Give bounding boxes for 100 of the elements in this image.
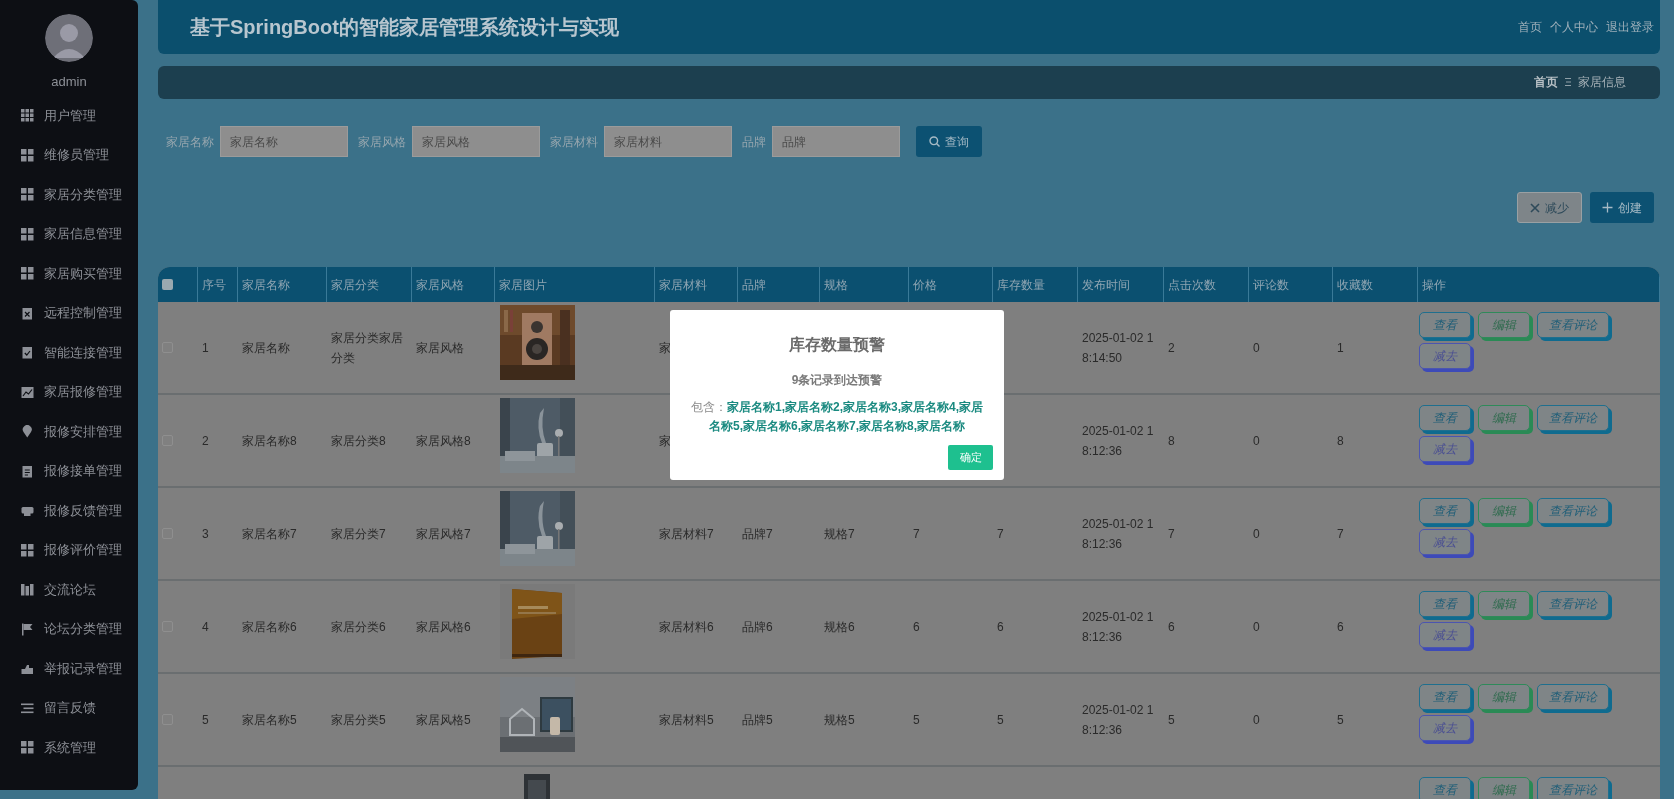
table-cell-text: 家居分类7 xyxy=(331,525,386,543)
table-cell-text: 1 xyxy=(202,339,209,357)
view-button[interactable]: 查看 xyxy=(1419,684,1471,710)
search-field[interactable]: 家居名称 xyxy=(220,126,348,157)
menu-item[interactable]: 系统管理 xyxy=(44,737,96,758)
header-link[interactable]: 个人中心 xyxy=(1550,17,1598,36)
table-cell-text: 家居名称7 xyxy=(242,525,297,543)
table-cell-text: 家居风格5 xyxy=(416,711,471,729)
column-header: 序号 xyxy=(202,276,226,294)
menu-item[interactable]: 报修评价管理 xyxy=(44,540,122,560)
menu-item[interactable]: 交流论坛 xyxy=(44,579,96,600)
table-cell-text: 0 xyxy=(1253,711,1260,729)
table-cell-text: 5 xyxy=(1337,711,1344,729)
pin-icon xyxy=(21,425,34,438)
menu-item[interactable]: 举报记录管理 xyxy=(44,658,122,679)
table-cell-text: 5 xyxy=(997,711,1004,729)
table-cell-text: 0 xyxy=(1253,525,1260,543)
grid-icon xyxy=(21,227,34,241)
table-cell-text: 规格6 xyxy=(824,618,855,636)
table-cell-text: 家居名称6 xyxy=(242,618,297,636)
table-cell-text: 规格7 xyxy=(824,525,855,543)
table-cell-text: 6 xyxy=(997,618,1004,636)
breadcrumb-link[interactable]: 家居信息 xyxy=(1578,73,1626,92)
dialog-subtitle: 9条记录到达预警 xyxy=(791,372,883,389)
search-field[interactable]: 品牌 xyxy=(772,126,900,157)
field-label: 家居名称 xyxy=(166,133,214,151)
table-cell-text: 7 xyxy=(997,525,1004,543)
clipboard-icon xyxy=(21,306,34,320)
table-cell-text: 家居分类家居分类 xyxy=(331,329,404,367)
comments-button[interactable]: 查看评论 xyxy=(1537,777,1609,799)
table-cell-text: 7 xyxy=(913,525,920,543)
view-button[interactable]: 查看 xyxy=(1419,777,1471,799)
menu-item[interactable]: 家居分类管理 xyxy=(44,184,122,205)
comments-button[interactable]: 查看评论 xyxy=(1537,684,1609,710)
menu-item[interactable]: 留言反馈 xyxy=(44,698,96,718)
comments-button[interactable]: 查看评论 xyxy=(1537,405,1609,431)
menu-item[interactable]: 报修反馈管理 xyxy=(44,500,122,521)
table-cell-text: 家居名称 xyxy=(242,339,290,357)
table-cell-text: 家居风格 xyxy=(416,339,464,357)
edit-button[interactable]: 编辑 xyxy=(1478,591,1530,617)
search-button[interactable]: 查询 xyxy=(916,126,982,157)
grid-icon xyxy=(21,267,34,280)
hand-icon xyxy=(21,662,34,675)
breadcrumb-link[interactable]: 首页 xyxy=(1534,73,1558,92)
search-field[interactable]: 家居材料 xyxy=(604,126,732,157)
comments-button[interactable]: 查看评论 xyxy=(1537,312,1609,338)
menu-item[interactable]: 报修安排管理 xyxy=(44,421,122,442)
menu-item[interactable]: 家居报修管理 xyxy=(44,382,122,402)
column-header: 规格 xyxy=(824,276,848,294)
edit-button[interactable]: 编辑 xyxy=(1478,777,1530,799)
column-header: 家居图片 xyxy=(499,276,547,294)
table-cell-text: 1 xyxy=(1337,339,1344,357)
view-button[interactable]: 查看 xyxy=(1419,498,1471,524)
view-button[interactable]: 查看 xyxy=(1419,312,1471,338)
clipboard-icon xyxy=(21,464,34,478)
menu-item[interactable]: 家居购买管理 xyxy=(44,263,122,284)
checkbox[interactable] xyxy=(162,279,173,290)
column-header: 发布时间 xyxy=(1082,276,1130,294)
table-cell-text: 6 xyxy=(913,618,920,636)
table-cell-text: 5 xyxy=(202,711,209,729)
search-icon xyxy=(929,136,940,147)
edit-button[interactable]: 编辑 xyxy=(1478,405,1530,431)
chart-icon xyxy=(21,385,34,399)
table-cell-text: 家居材料6 xyxy=(659,618,714,636)
table-cell-text: 家居分类6 xyxy=(331,618,386,636)
table-cell-text: 8 xyxy=(1337,432,1344,450)
grid-icon xyxy=(21,543,34,557)
edit-button[interactable]: 编辑 xyxy=(1478,498,1530,524)
comments-button[interactable]: 查看评论 xyxy=(1537,498,1609,524)
view-button[interactable]: 查看 xyxy=(1419,591,1471,617)
edit-button[interactable]: 编辑 xyxy=(1478,312,1530,338)
column-header: 家居材料 xyxy=(659,276,707,294)
comments-button[interactable]: 查看评论 xyxy=(1537,591,1609,617)
menu-item[interactable]: 报修接单管理 xyxy=(44,461,122,481)
menu-item[interactable]: 用户管理 xyxy=(44,105,96,126)
column-header: 操作 xyxy=(1422,276,1446,294)
decrease-button[interactable]: 减少 xyxy=(1517,192,1582,223)
table-cell-text: 品牌5 xyxy=(742,711,773,729)
header-link[interactable]: 退出登录 xyxy=(1606,17,1654,36)
table-cell-text: 2 xyxy=(202,432,209,450)
menu-item[interactable]: 家居信息管理 xyxy=(44,224,122,244)
header-link[interactable]: 首页 xyxy=(1518,17,1542,36)
menu-item[interactable]: 维修员管理 xyxy=(44,145,109,165)
search-field[interactable]: 家居风格 xyxy=(412,126,540,157)
view-button[interactable]: 查看 xyxy=(1419,405,1471,431)
table-cell-text: 2025-01-02 18:12:36 xyxy=(1082,515,1155,553)
username: admin xyxy=(51,73,87,91)
close-icon xyxy=(1530,202,1540,213)
table-cell-text: 家居材料7 xyxy=(659,525,714,543)
menu-item[interactable]: 远程控制管理 xyxy=(44,303,122,323)
menu-item[interactable]: 智能连接管理 xyxy=(44,342,122,363)
table-cell-text: 2025-01-02 18:12:36 xyxy=(1082,422,1155,460)
edit-button[interactable]: 编辑 xyxy=(1478,684,1530,710)
confirm-button[interactable]: 确定 xyxy=(948,445,993,470)
table-cell-text: 品牌6 xyxy=(742,618,773,636)
menu-item[interactable]: 论坛分类管理 xyxy=(44,619,122,639)
create-button[interactable]: 创建 xyxy=(1590,192,1654,223)
list-icon xyxy=(21,701,34,715)
table-cell-text: 家居风格7 xyxy=(416,525,471,543)
printer-icon xyxy=(21,504,34,517)
